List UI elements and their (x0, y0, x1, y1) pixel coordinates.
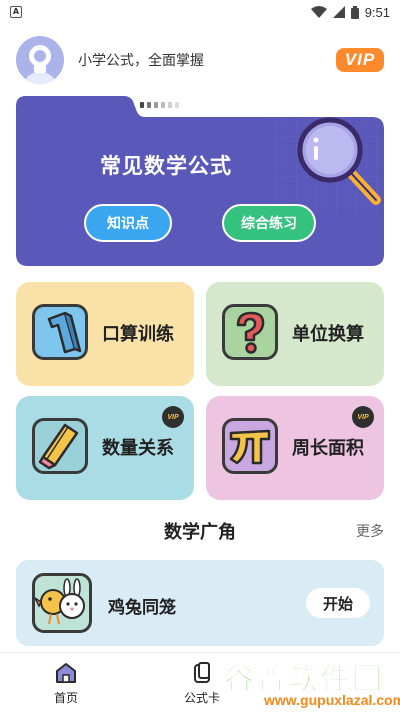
android-notification-icon: A (10, 6, 22, 18)
home-icon (56, 663, 76, 683)
question-mark-icon (222, 304, 278, 360)
tab-home-label: 首页 (53, 691, 78, 705)
formula-banner: 常见数学公式 知识点 综合练习 (16, 96, 384, 266)
tab-home[interactable]: 首页 (26, 661, 106, 706)
slogan: 小学公式，全面掌握 (78, 53, 204, 69)
watermark: 谷普软件园 www.gupuxlazal.com (218, 650, 400, 712)
clock: 9:51 (364, 4, 390, 20)
banner-title: 常见数学公式 (100, 154, 232, 178)
card-label: 周长面积 (292, 438, 364, 459)
card-label: 数量关系 (102, 438, 174, 459)
knowledge-button[interactable]: 知识点 (84, 204, 172, 242)
pencil-icon (32, 418, 88, 474)
wifi-icon (310, 6, 327, 18)
status-bar: A 9:51 (0, 0, 400, 24)
battery-icon (350, 5, 359, 19)
tab-formula-card-label: 公式卡 (183, 691, 220, 705)
avatar[interactable] (16, 36, 64, 84)
start-button[interactable]: 开始 (306, 588, 370, 618)
header: 小学公式，全面掌握 VIP (16, 36, 384, 84)
card-unit-conversion[interactable]: 单位换算 (206, 282, 384, 386)
game-label: 鸡兔同笼 (108, 598, 176, 618)
card-mental-arithmetic[interactable]: 口算训练 (16, 282, 194, 386)
card-label: 口算训练 (102, 324, 174, 345)
card-quantity-relation[interactable]: 数量关系 VIP (16, 396, 194, 500)
section-title: 数学广角 (164, 522, 236, 543)
formula-card-icon (194, 662, 210, 683)
page-indicator (140, 102, 179, 108)
vip-badge: VIP (162, 406, 184, 428)
card-perimeter-area[interactable]: 周长面积 VIP (206, 396, 384, 500)
vip-badge: VIP (352, 406, 374, 428)
card-label: 单位换算 (292, 324, 364, 345)
game-card[interactable]: 鸡兔同笼 开始 (16, 560, 384, 646)
watermark-url: www.gupuxlazal.com (264, 692, 400, 708)
practice-button[interactable]: 综合练习 (222, 204, 316, 242)
number-one-icon (32, 304, 88, 360)
signal-icon (332, 6, 345, 18)
chicken-rabbit-icon (32, 573, 92, 633)
vip-button[interactable]: VIP (336, 48, 384, 72)
more-link[interactable]: 更多 (356, 521, 384, 541)
pi-icon (222, 418, 278, 474)
